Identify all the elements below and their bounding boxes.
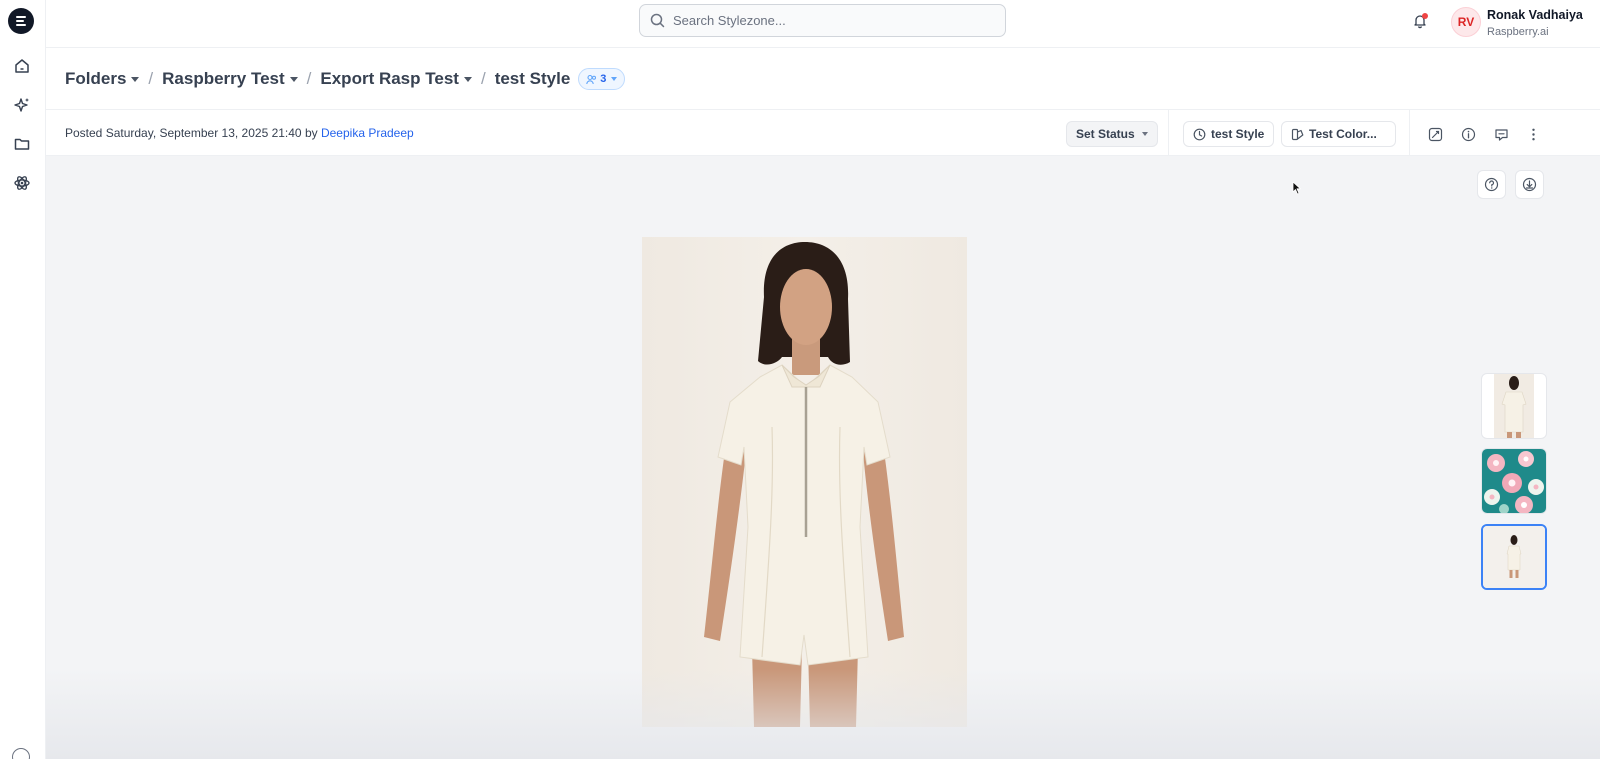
edit-image-button[interactable]	[1425, 124, 1445, 144]
breadcrumb-label: Raspberry Test	[162, 69, 285, 88]
divider	[1168, 110, 1169, 156]
top-bar: RV Ronak Vadhaiya Raspberry.ai	[46, 0, 1600, 48]
model-figure-illustration	[704, 242, 904, 727]
caret-down-icon	[289, 76, 298, 82]
thumbnail-floral-print	[1482, 449, 1546, 513]
style-chip-button[interactable]: test Style	[1183, 121, 1275, 147]
posted-text: Posted Saturday, September 13, 2025 21:4…	[65, 126, 318, 140]
caret-down-icon	[131, 76, 140, 82]
thumbnail-3-selected[interactable]	[1481, 524, 1547, 590]
download-icon	[1522, 177, 1537, 192]
color-chip-button[interactable]: Test Color...	[1281, 121, 1396, 147]
color-chip-label: Test Color...	[1309, 127, 1377, 141]
user-org: Raspberry.ai	[1487, 26, 1549, 38]
mouse-cursor-icon	[1292, 181, 1301, 195]
image-canvas	[46, 156, 1600, 759]
app-logo[interactable]	[8, 8, 34, 34]
chevron-down-icon	[611, 77, 618, 81]
swatch-icon	[1291, 128, 1304, 140]
comments-button[interactable]	[1491, 124, 1511, 144]
breadcrumb-raspberry-test[interactable]: Raspberry Test	[162, 69, 298, 89]
breadcrumb-separator: /	[148, 69, 154, 88]
breadcrumb-export-rasp-test[interactable]: Export Rasp Test	[320, 69, 472, 89]
edit-icon	[1428, 127, 1442, 141]
info-button[interactable]	[1458, 124, 1478, 144]
thumbnail-2[interactable]	[1481, 448, 1547, 514]
breadcrumb-label: Folders	[65, 69, 127, 88]
atom-icon	[14, 176, 30, 190]
user-avatar[interactable]: RV	[1451, 7, 1481, 37]
users-icon	[586, 74, 597, 84]
sparkles-icon	[14, 98, 29, 112]
posted-info: Posted Saturday, September 13, 2025 21:4…	[65, 126, 414, 140]
more-vertical-icon	[1531, 128, 1535, 140]
breadcrumb-separator: /	[480, 69, 486, 88]
thumbnail-model-image	[1494, 374, 1534, 438]
user-name[interactable]: Ronak Vadhaiya	[1487, 8, 1583, 22]
nav-ai-generate[interactable]	[11, 94, 33, 116]
shared-users-badge[interactable]: 3	[578, 68, 626, 90]
breadcrumb: Folders / Raspberry Test / Export Rasp T…	[65, 66, 626, 92]
thumbnail-model-image	[1483, 526, 1545, 588]
home-icon	[15, 59, 29, 73]
breadcrumb-separator: /	[306, 69, 312, 88]
question-icon	[1484, 177, 1499, 192]
folder-icon	[14, 138, 30, 150]
clock-icon	[1193, 128, 1206, 140]
info-icon	[1461, 127, 1475, 141]
search-input[interactable]	[673, 13, 973, 28]
post-toolbar: Posted Saturday, September 13, 2025 21:4…	[46, 109, 1600, 156]
caret-down-icon	[463, 76, 472, 82]
nav-home[interactable]	[11, 55, 33, 77]
help-icon[interactable]	[12, 748, 30, 759]
notifications-button[interactable]	[1409, 10, 1431, 32]
search-box[interactable]	[639, 4, 1006, 37]
nav-folders[interactable]	[11, 133, 33, 155]
set-status-button[interactable]: Set Status	[1066, 121, 1158, 147]
main-product-image	[642, 237, 967, 727]
set-status-label: Set Status	[1076, 127, 1135, 141]
comment-icon	[1494, 128, 1508, 141]
author-link[interactable]: Deepika Pradeep	[321, 126, 414, 140]
nav-atom[interactable]	[11, 172, 33, 194]
thumbnail-1[interactable]	[1481, 373, 1547, 439]
divider	[1409, 110, 1410, 156]
notification-dot	[1422, 13, 1428, 19]
shared-users-count: 3	[600, 73, 607, 85]
help-button[interactable]	[1477, 170, 1506, 199]
page-title: test Style	[494, 69, 571, 88]
breadcrumb-label: Export Rasp Test	[320, 69, 459, 88]
download-button[interactable]	[1515, 170, 1544, 199]
chevron-down-icon	[1141, 132, 1148, 136]
breadcrumb-folders[interactable]: Folders	[65, 69, 140, 89]
more-options-button[interactable]	[1523, 124, 1543, 144]
left-sidebar	[0, 0, 46, 759]
search-icon	[650, 13, 665, 28]
logo-icon	[16, 16, 26, 26]
style-chip-label: test Style	[1211, 127, 1265, 141]
